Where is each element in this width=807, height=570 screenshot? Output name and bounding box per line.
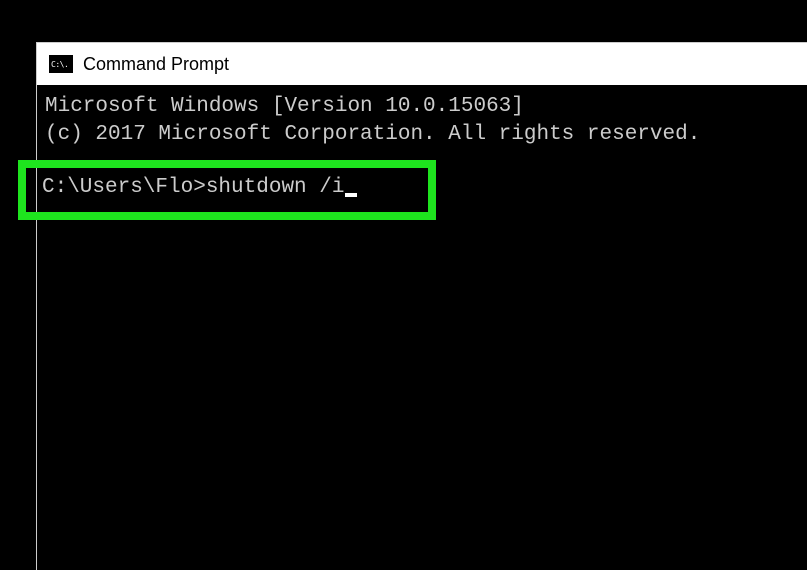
command-prompt-window: C:\. Command Prompt Microsoft Windows [V…	[36, 42, 807, 570]
copyright-line: (c) 2017 Microsoft Corporation. All righ…	[37, 121, 807, 149]
cursor	[345, 193, 357, 197]
title-bar[interactable]: C:\. Command Prompt	[37, 43, 807, 85]
terminal-body[interactable]: Microsoft Windows [Version 10.0.15063] (…	[37, 85, 807, 150]
cmd-icon: C:\.	[49, 55, 73, 73]
window-title: Command Prompt	[83, 54, 229, 75]
typed-command: shutdown /i	[206, 176, 345, 199]
command-line[interactable]: C:\Users\Flo>shutdown /i	[42, 176, 357, 199]
prompt-path: C:\Users\Flo>	[42, 176, 206, 199]
version-line: Microsoft Windows [Version 10.0.15063]	[37, 93, 807, 121]
